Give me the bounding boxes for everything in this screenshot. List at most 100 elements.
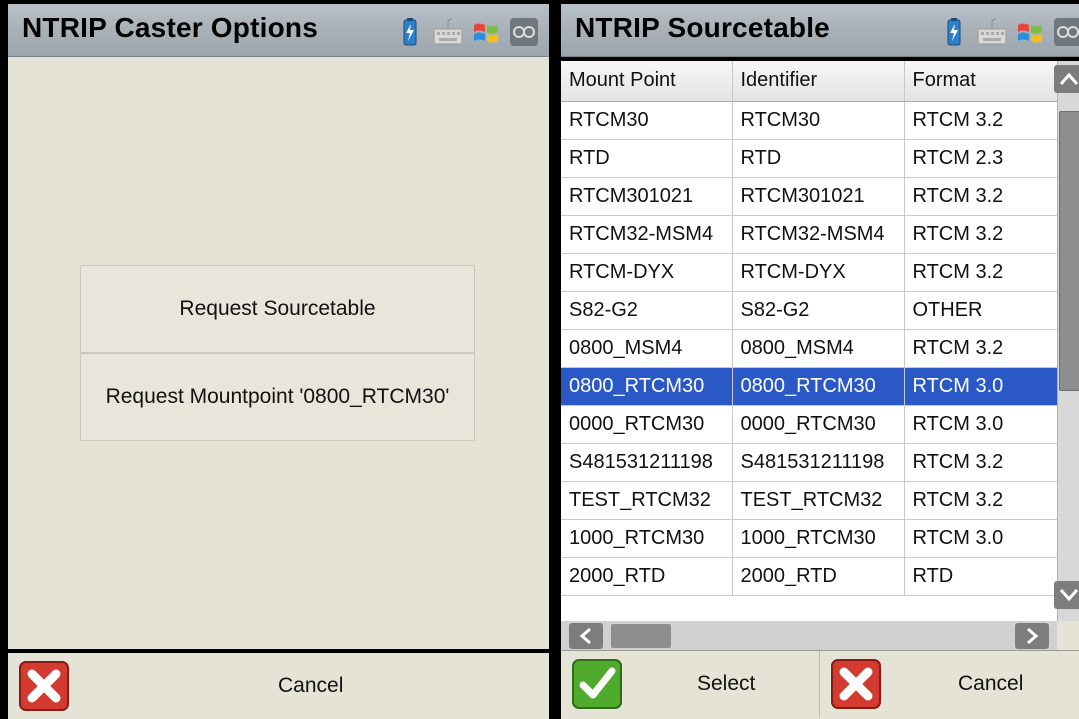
chevron-down-icon [1059, 589, 1079, 602]
cell-identifier[interactable]: RTCM32-MSM4 [732, 215, 905, 254]
table-row[interactable]: 0800_RTCM30 0800_RTCM30 RTCM 3.0 [561, 367, 1057, 406]
cell-mount-point[interactable]: 0800_MSM4 [561, 329, 733, 368]
title-bar: NTRIP Caster Options [8, 4, 549, 57]
cell-identifier[interactable]: RTCM30 [732, 101, 905, 140]
cell-format[interactable]: RTCM 3.2 [904, 481, 1057, 520]
cell-identifier[interactable]: 0800_RTCM30 [732, 367, 905, 406]
ntrip-sourcetable-window: NTRIP Sourcetable Mount Point Identifier… [557, 0, 1079, 719]
cancel-button[interactable]: Cancel [8, 653, 549, 719]
scroll-down-button[interactable] [1054, 581, 1079, 609]
cell-format[interactable]: RTCM 2.3 [904, 139, 1057, 178]
keyboard-icon[interactable] [433, 17, 463, 47]
cell-mount-point[interactable]: 0800_RTCM30 [561, 367, 733, 406]
cell-identifier[interactable]: 1000_RTCM30 [732, 519, 905, 558]
cell-identifier[interactable]: S82-G2 [732, 291, 905, 330]
column-header-mount-point[interactable]: Mount Point [561, 61, 733, 102]
table-row[interactable]: 0800_MSM4 0800_MSM4 RTCM 3.2 [561, 329, 1057, 368]
cell-mount-point[interactable]: RTD [561, 139, 733, 178]
ok-square-icon[interactable] [509, 17, 539, 47]
cancel-label: Cancel [278, 674, 344, 697]
table-row[interactable]: RTCM32-MSM4 RTCM32-MSM4 RTCM 3.2 [561, 215, 1057, 254]
table-row[interactable]: S82-G2 S82-G2 OTHER [561, 291, 1057, 330]
cell-identifier[interactable]: S481531211198 [732, 443, 905, 482]
cell-format[interactable]: RTCM 3.2 [904, 443, 1057, 482]
keyboard-icon[interactable] [977, 17, 1007, 47]
vertical-scrollbar[interactable] [1054, 61, 1079, 621]
cell-format[interactable]: RTCM 3.0 [904, 367, 1057, 406]
cell-format[interactable]: RTCM 3.2 [904, 101, 1057, 140]
cancel-x-icon [831, 659, 881, 709]
options-area: Request Sourcetable Request Mountpoint '… [8, 57, 549, 649]
horizontal-scrollbar[interactable] [561, 621, 1057, 651]
request-mountpoint-button[interactable]: Request Mountpoint '0800_RTCM30' [80, 353, 475, 441]
cell-identifier[interactable]: 0800_MSM4 [732, 329, 905, 368]
scroll-right-button[interactable] [1015, 623, 1049, 649]
windows-flag-icon[interactable] [471, 17, 501, 47]
table-row[interactable]: TEST_RTCM32 TEST_RTCM32 RTCM 3.2 [561, 481, 1057, 520]
table-row[interactable]: RTD RTD RTCM 2.3 [561, 139, 1057, 178]
cell-identifier[interactable]: RTCM301021 [732, 177, 905, 216]
cell-format[interactable]: RTCM 3.0 [904, 519, 1057, 558]
cell-mount-point[interactable]: 1000_RTCM30 [561, 519, 733, 558]
chevron-left-icon [579, 627, 591, 645]
sourcetable-grid: Mount Point Identifier Format RTCM30 RTCM… [561, 61, 1057, 621]
chevron-up-icon [1059, 72, 1079, 85]
cell-identifier[interactable]: TEST_RTCM32 [732, 481, 905, 520]
chevron-right-icon [1027, 627, 1039, 645]
cell-mount-point[interactable]: 0000_RTCM30 [561, 405, 733, 444]
window-title: NTRIP Caster Options [22, 12, 318, 43]
window-title: NTRIP Sourcetable [575, 12, 830, 43]
cell-mount-point[interactable]: RTCM30 [561, 101, 733, 140]
cancel-button[interactable]: Cancel [820, 651, 1079, 717]
cell-mount-point[interactable]: RTCM-DYX [561, 253, 733, 292]
vertical-scroll-thumb[interactable] [1059, 111, 1079, 391]
table-row[interactable]: RTCM-DYX RTCM-DYX RTCM 3.2 [561, 253, 1057, 292]
table-row[interactable]: RTCM301021 RTCM301021 RTCM 3.2 [561, 177, 1057, 216]
cell-format[interactable]: OTHER [904, 291, 1057, 330]
cell-mount-point[interactable]: 2000_RTD [561, 557, 733, 596]
checkmark-icon [572, 659, 622, 709]
scroll-up-button[interactable] [1054, 65, 1079, 93]
cell-mount-point[interactable]: RTCM301021 [561, 177, 733, 216]
ok-square-icon[interactable] [1053, 17, 1079, 47]
cell-mount-point[interactable]: TEST_RTCM32 [561, 481, 733, 520]
battery-icon[interactable] [395, 17, 425, 47]
system-tray [939, 17, 1079, 47]
sourcetable-area: Mount Point Identifier Format RTCM30 RTCM… [561, 61, 1079, 651]
select-button[interactable]: Select [561, 651, 820, 717]
column-header-format[interactable]: Format [904, 61, 1057, 102]
cell-format[interactable]: RTCM 3.2 [904, 215, 1057, 254]
command-bar: Select Cancel [561, 650, 1079, 719]
cell-format[interactable]: RTCM 3.0 [904, 405, 1057, 444]
title-bar: NTRIP Sourcetable [561, 4, 1079, 57]
cell-format[interactable]: RTCM 3.2 [904, 253, 1057, 292]
cell-identifier[interactable]: 0000_RTCM30 [732, 405, 905, 444]
table-row[interactable]: 0000_RTCM30 0000_RTCM30 RTCM 3.0 [561, 405, 1057, 444]
cell-identifier[interactable]: 2000_RTD [732, 557, 905, 596]
cancel-label: Cancel [958, 672, 1024, 695]
cell-mount-point[interactable]: RTCM32-MSM4 [561, 215, 733, 254]
table-row[interactable]: RTCM30 RTCM30 RTCM 3.2 [561, 101, 1057, 140]
column-header-identifier[interactable]: Identifier [732, 61, 905, 102]
sourcetable: Mount Point Identifier Format RTCM30 RTCM… [561, 61, 1057, 596]
request-sourcetable-button[interactable]: Request Sourcetable [80, 265, 475, 353]
windows-flag-icon[interactable] [1015, 17, 1045, 47]
scroll-left-button[interactable] [569, 623, 603, 649]
ntrip-caster-options-window: NTRIP Caster Options Request Sourcetable… [0, 0, 553, 719]
cancel-x-icon [19, 661, 69, 711]
table-row[interactable]: 2000_RTD 2000_RTD RTD [561, 557, 1057, 596]
table-header-row: Mount Point Identifier Format [561, 61, 1057, 102]
cell-identifier[interactable]: RTD [732, 139, 905, 178]
cell-mount-point[interactable]: S481531211198 [561, 443, 733, 482]
horizontal-scroll-thumb[interactable] [611, 624, 671, 648]
table-row[interactable]: 1000_RTCM30 1000_RTCM30 RTCM 3.0 [561, 519, 1057, 558]
cell-mount-point[interactable]: S82-G2 [561, 291, 733, 330]
system-tray [395, 17, 539, 47]
cell-format[interactable]: RTCM 3.2 [904, 329, 1057, 368]
cell-format[interactable]: RTD [904, 557, 1057, 596]
cell-format[interactable]: RTCM 3.2 [904, 177, 1057, 216]
select-label: Select [697, 672, 756, 695]
battery-icon[interactable] [939, 17, 969, 47]
table-row[interactable]: S481531211198 S481531211198 RTCM 3.2 [561, 443, 1057, 482]
cell-identifier[interactable]: RTCM-DYX [732, 253, 905, 292]
